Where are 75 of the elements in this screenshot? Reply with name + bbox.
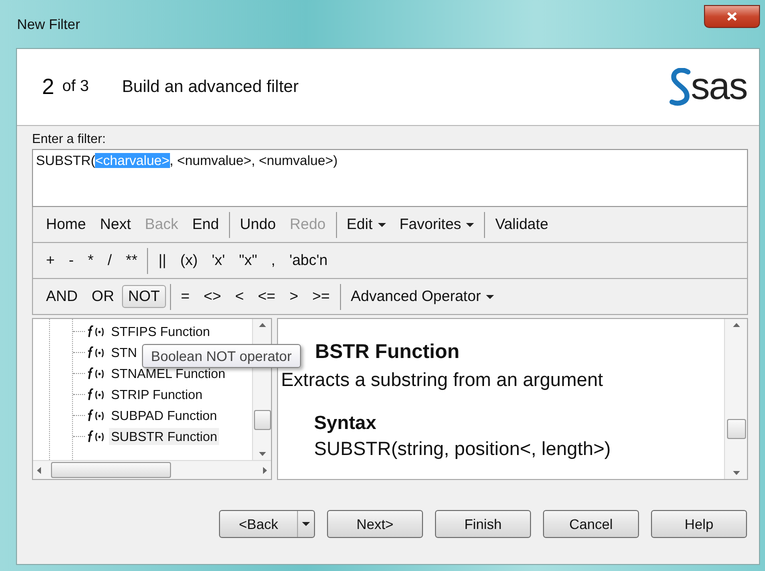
- caret-icon: [466, 222, 474, 226]
- scroll-down-arrow-icon[interactable]: [732, 471, 740, 475]
- toolbar-button[interactable]: 'x': [206, 249, 231, 272]
- scroll-thumb[interactable]: [726, 419, 746, 439]
- scroll-right-arrow-icon[interactable]: [263, 466, 267, 474]
- toolbar-button[interactable]: =: [174, 285, 196, 308]
- logo-swoosh-icon: [668, 68, 693, 106]
- toolbar-button[interactable]: <>: [198, 285, 228, 308]
- step-count: of 3: [62, 78, 89, 96]
- scroll-thumb[interactable]: [254, 410, 270, 430]
- toolbar-button[interactable]: Undo: [234, 213, 282, 236]
- scroll-up-arrow-icon[interactable]: [258, 323, 266, 327]
- function-icon: [87, 325, 105, 338]
- tree-item[interactable]: STRIP Function: [109, 386, 205, 403]
- window-title: New Filter: [17, 16, 80, 32]
- toolbar-button[interactable]: ||: [152, 249, 172, 272]
- tree-item[interactable]: SUBPAD Function: [109, 407, 219, 424]
- scroll-up-arrow-icon[interactable]: [732, 323, 740, 327]
- scroll-thumb[interactable]: [51, 462, 171, 478]
- close-icon: [727, 12, 737, 21]
- toolbar-button[interactable]: NOT: [122, 285, 166, 308]
- menu-button[interactable]: Advanced Operator: [344, 285, 500, 308]
- toolbar-button[interactable]: End: [186, 213, 225, 236]
- menu-button[interactable]: Favorites: [394, 213, 480, 236]
- toolbar-button[interactable]: >=: [306, 285, 336, 308]
- toolbar-button[interactable]: **: [120, 249, 144, 272]
- vertical-scrollbar[interactable]: [724, 319, 747, 479]
- field-label: Enter a filter:: [32, 131, 107, 146]
- toolbar-button[interactable]: Validate: [489, 213, 554, 236]
- toolbar-button[interactable]: "x": [233, 249, 264, 272]
- caret-icon: [302, 522, 310, 526]
- dialog-button[interactable]: Help: [651, 510, 747, 538]
- caret-icon: [486, 294, 494, 298]
- function-icon: [87, 346, 105, 359]
- toolbar-button[interactable]: Next: [94, 213, 137, 236]
- toolbar-button[interactable]: <=: [252, 285, 282, 308]
- toolbar-button[interactable]: Home: [40, 213, 92, 236]
- horizontal-scrollbar[interactable]: [33, 460, 271, 479]
- help-description: Extracts a substring from an argument: [281, 370, 604, 392]
- toolbar-button[interactable]: /: [102, 249, 118, 272]
- filter-input-field[interactable]: SUBSTR(<charvalue>, <numvalue>, <numvalue>): [32, 149, 748, 207]
- function-icon: [87, 367, 105, 380]
- toolbar-button[interactable]: (x): [174, 249, 204, 272]
- syntax-text: SUBSTR(string, position<, length>): [314, 439, 612, 461]
- function-icon: [87, 409, 105, 422]
- dialog-button[interactable]: Finish: [435, 510, 531, 538]
- step-number: 2: [42, 74, 54, 100]
- tree-item[interactable]: STNAMEL Function: [109, 365, 228, 382]
- syntax-heading: Syntax: [314, 413, 378, 435]
- logo-text: sas: [690, 68, 747, 106]
- toolbar-button[interactable]: OR: [86, 285, 120, 308]
- scroll-down-arrow-icon[interactable]: [258, 452, 266, 456]
- step-title: Build an advanced filter: [122, 77, 300, 97]
- toolbar-button[interactable]: AND: [40, 285, 84, 308]
- menu-button[interactable]: Edit: [340, 213, 392, 236]
- toolbar-button[interactable]: +: [40, 249, 61, 272]
- toolbar-button[interactable]: >: [283, 285, 304, 308]
- toolbar-button[interactable]: ,: [265, 249, 282, 272]
- tree-item[interactable]: SUBSTR Function: [109, 428, 220, 445]
- toolbar-button[interactable]: <: [229, 285, 250, 308]
- dialog-button[interactable]: Cancel: [543, 510, 639, 538]
- caret-icon: [378, 222, 386, 226]
- tree-item[interactable]: STN: [109, 344, 139, 361]
- tooltip: Boolean NOT operator: [142, 344, 301, 368]
- tree-item[interactable]: STFIPS Function: [109, 323, 212, 340]
- toolbar-button[interactable]: 'abc'n: [283, 249, 334, 272]
- dialog-button[interactable]: Next>: [327, 510, 423, 538]
- function-icon: [87, 388, 105, 401]
- dialog-button[interactable]: <Back: [219, 510, 315, 538]
- toolbar-button[interactable]: -: [62, 249, 80, 272]
- help-heading: BSTR Function: [315, 341, 460, 364]
- toolbar-button[interactable]: *: [82, 249, 100, 272]
- close-button[interactable]: [704, 5, 760, 28]
- scroll-left-arrow-icon[interactable]: [37, 466, 41, 474]
- function-icon: [87, 430, 105, 443]
